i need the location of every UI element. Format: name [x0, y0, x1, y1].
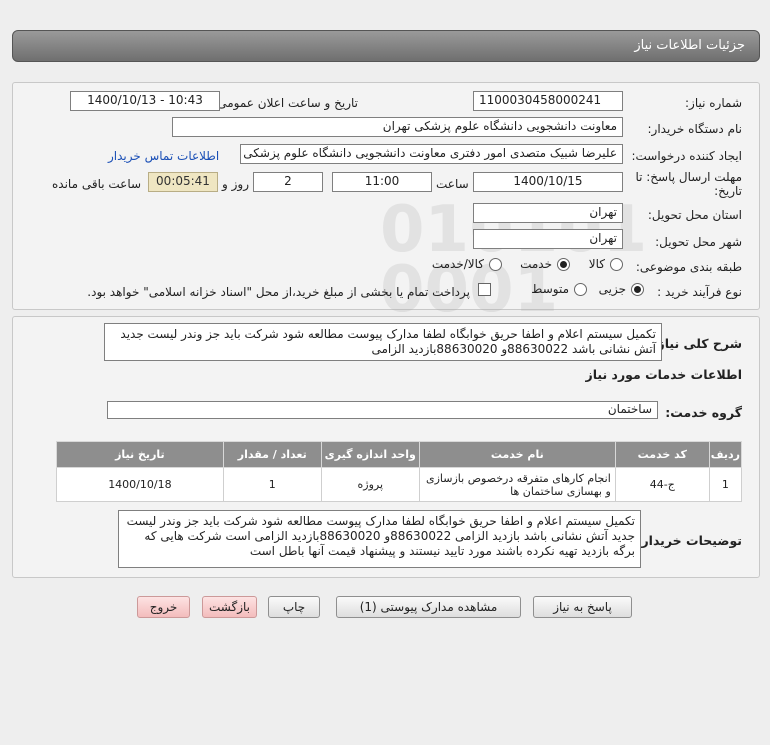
buyer-org-field: معاونت دانشجویی دانشگاه علوم پزشکی تهران	[172, 117, 623, 137]
category-both-text: کالا/خدمت	[431, 257, 484, 271]
buyer-org-label: نام دستگاه خریدار:	[647, 122, 743, 136]
deadline-date-label: تاریخ:	[714, 184, 742, 198]
process-medium-radio[interactable]	[574, 283, 587, 296]
cell-unit: پروژه	[320, 467, 420, 502]
col-row: ردیف	[708, 441, 743, 468]
cell-code: ج-44	[614, 467, 710, 502]
deadline-label: مهلت ارسال پاسخ: تا	[635, 170, 742, 184]
days-field: 2	[253, 172, 323, 192]
col-date: تاریخ نیاز	[56, 441, 224, 468]
treasury-checkbox[interactable]	[478, 283, 491, 296]
buyer-notes-box: تکمیل سیستم اعلام و اطفا حریق خوابگاه لط…	[118, 510, 641, 568]
category-label: طبقه بندی موضوعی:	[635, 260, 742, 274]
process-minor-radio[interactable]	[631, 283, 644, 296]
services-table-wrap: ردیف کد خدمت نام خدمت واحد اندازه گیری ت…	[56, 441, 743, 502]
category-goods-radio[interactable]	[610, 258, 623, 271]
view-attachments-button[interactable]: مشاهده مدارک پیوستی (1)	[336, 596, 521, 618]
process-medium-text: متوسط	[531, 282, 569, 296]
city-label: شهر محل تحویل:	[655, 235, 742, 249]
col-unit: واحد اندازه گیری	[320, 441, 420, 468]
category-option-goods[interactable]: کالا	[583, 256, 623, 274]
category-both-radio[interactable]	[489, 258, 502, 271]
cell-name: انجام کارهای متفرقه درخصوص بازسازی و بهس…	[418, 467, 616, 502]
remaining-timer: 00:05:41	[148, 172, 218, 192]
announce-label: تاریخ و ساعت اعلان عمومی:	[213, 96, 358, 110]
cell-date: 1400/10/18	[56, 467, 224, 502]
general-desc-label: شرح کلی نیاز:	[652, 336, 742, 351]
col-qty: تعداد / مقدار	[222, 441, 322, 468]
category-option-both[interactable]: کالا/خدمت	[424, 256, 502, 274]
process-option-minor[interactable]: جزیی	[594, 281, 644, 299]
deadline-time-field: 11:00	[332, 172, 432, 192]
deadline-time-label: ساعت	[436, 177, 469, 191]
creator-field: علیرضا شبیک متصدی امور دفتری معاونت دانش…	[240, 144, 623, 164]
general-desc-box: تکمیل سیستم اعلام و اطفا حریق خوابگاه لط…	[104, 323, 662, 361]
category-goods-text: کالا	[588, 257, 605, 271]
col-name: نام خدمت	[418, 441, 616, 468]
category-service-text: خدمت	[520, 257, 552, 271]
need-number-field: 1100030458000241	[473, 91, 623, 111]
province-field: تهران	[473, 203, 623, 223]
need-number-label: شماره نیاز:	[685, 96, 742, 110]
service-group-field: ساختمان	[107, 401, 658, 419]
cell-row: 1	[708, 467, 743, 502]
process-option-medium[interactable]: متوسط	[527, 281, 587, 299]
services-heading: اطلاعات خدمات مورد نیاز	[585, 367, 743, 382]
announce-field: 1400/10/13 - 10:43	[70, 91, 220, 111]
page-title: جزئیات اطلاعات نیاز	[634, 38, 745, 53]
col-code: کد خدمت	[614, 441, 710, 468]
reply-button[interactable]: پاسخ به نیاز	[533, 596, 632, 618]
deadline-date-field: 1400/10/15	[473, 172, 623, 192]
category-option-service[interactable]: خدمت	[514, 256, 570, 274]
print-button[interactable]: چاپ	[268, 596, 320, 618]
services-table: ردیف کد خدمت نام خدمت واحد اندازه گیری ت…	[56, 441, 743, 502]
back-button[interactable]: بازگشت	[202, 596, 257, 618]
cell-qty: 1	[222, 467, 322, 502]
city-field: تهران	[473, 229, 623, 249]
category-service-radio[interactable]	[557, 258, 570, 271]
process-label: نوع فرآیند خرید :	[657, 285, 742, 299]
buyer-notes-label: توضیحات خریدار:	[636, 533, 742, 548]
table-header-row: ردیف کد خدمت نام خدمت واحد اندازه گیری ت…	[56, 441, 743, 468]
process-minor-text: جزیی	[598, 282, 626, 296]
exit-button[interactable]: خروج	[137, 596, 190, 618]
remaining-label: ساعت باقی مانده	[52, 177, 142, 191]
buyer-contact-link[interactable]: اطلاعات تماس خریدار	[108, 149, 219, 163]
payment-note: پرداخت تمام یا بخشی از مبلغ خرید،از محل …	[87, 285, 470, 299]
service-group-label: گروه خدمت:	[665, 405, 742, 420]
table-row: 1 ج-44 انجام کارهای متفرقه درخصوص بازساز…	[56, 467, 743, 502]
page-header: جزئیات اطلاعات نیاز	[12, 30, 760, 62]
creator-label: ایجاد کننده درخواست:	[631, 149, 742, 163]
days-label: روز و	[222, 177, 249, 191]
province-label: استان محل تحویل:	[647, 208, 742, 222]
announce-value: 1400/10/13 - 10:43	[87, 93, 203, 107]
